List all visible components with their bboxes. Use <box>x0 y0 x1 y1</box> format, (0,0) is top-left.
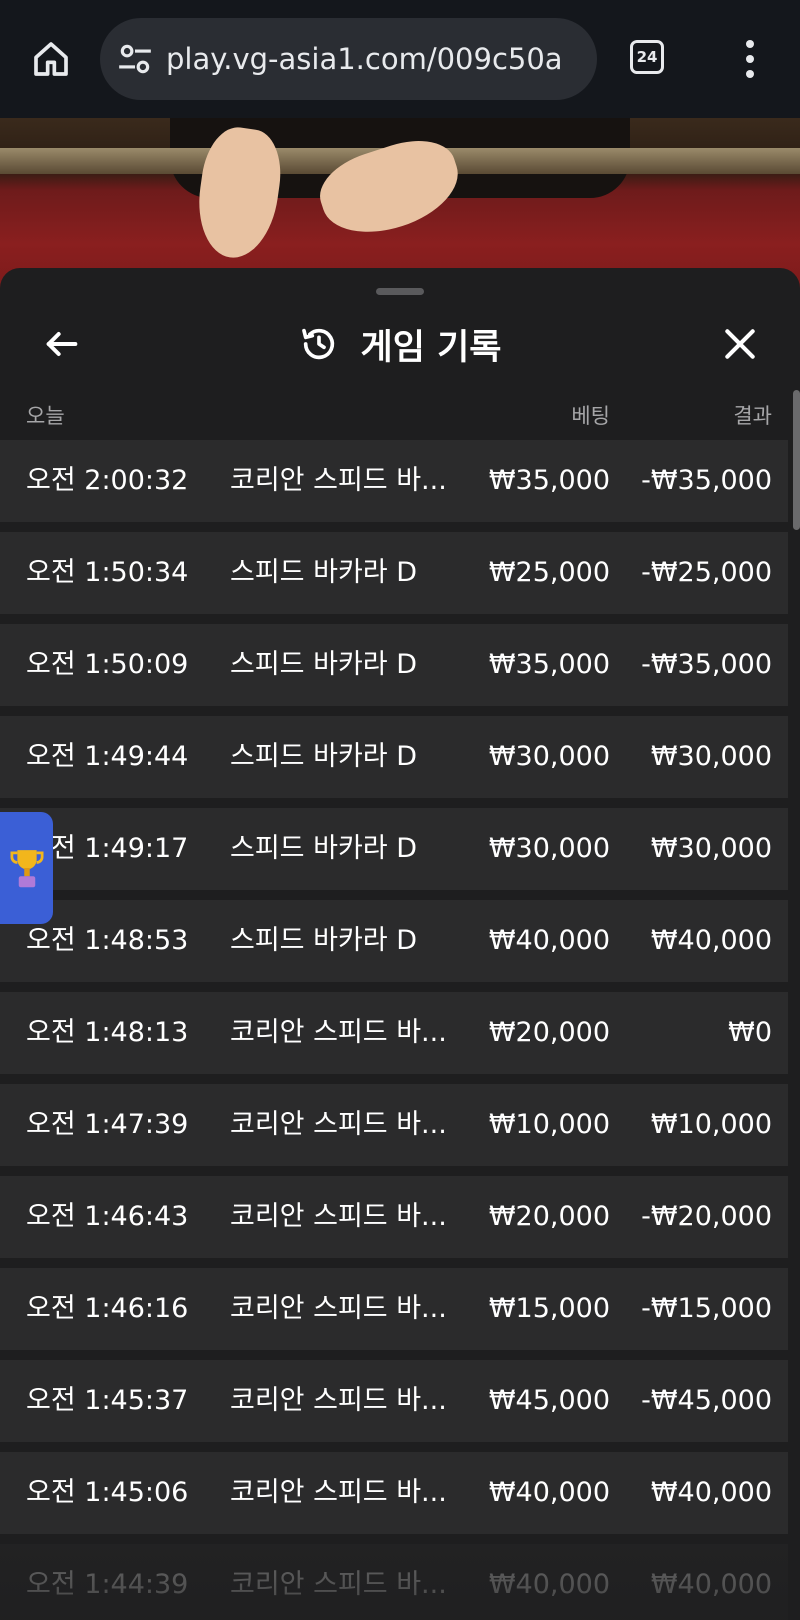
close-button[interactable] <box>712 316 768 372</box>
browser-toolbar: play.vg-asia1.com/009c50a 24 <box>0 0 800 118</box>
row-result: -₩25,000 <box>641 557 772 588</box>
row-game: 스피드 바카라 D <box>230 925 417 956</box>
table-row[interactable]: 오전 1:49:44 스피드 바카라 D ₩30,000 ₩30,000 <box>0 716 788 798</box>
row-result: -₩35,000 <box>641 465 772 496</box>
row-game: 코리안 스피드 바... <box>230 1017 447 1048</box>
row-bet: ₩35,000 <box>488 465 610 496</box>
close-icon <box>725 329 755 359</box>
table-row[interactable]: 오전 1:44:39 코리안 스피드 바... ₩40,000 ₩40,000 <box>0 1544 788 1620</box>
table-row[interactable]: 오전 1:49:17 스피드 바카라 D ₩30,000 ₩30,000 <box>0 808 788 890</box>
game-history-sheet: 게임 기록 오늘 베팅 결과 오전 2:00:32 코리안 스피드 바... ₩… <box>0 268 800 1620</box>
address-bar[interactable]: play.vg-asia1.com/009c50a <box>100 18 597 100</box>
row-game: 코리안 스피드 바... <box>230 1385 447 1416</box>
table-row[interactable]: 오전 1:50:34 스피드 바카라 D ₩25,000 -₩25,000 <box>0 532 788 614</box>
row-bet: ₩40,000 <box>488 1569 610 1600</box>
row-game: 코리안 스피드 바... <box>230 1109 447 1140</box>
page-title: 게임 기록 <box>360 327 502 368</box>
row-bet: ₩40,000 <box>488 925 610 956</box>
column-header-today: 오늘 <box>26 404 65 428</box>
table-row[interactable]: 오전 1:50:09 스피드 바카라 D ₩35,000 -₩35,000 <box>0 624 788 706</box>
row-game: 코리안 스피드 바... <box>230 1293 447 1324</box>
home-icon <box>34 42 68 76</box>
row-time: 오전 1:48:13 <box>26 1017 189 1048</box>
tune-icon[interactable] <box>116 40 154 78</box>
sheet-drag-handle[interactable] <box>376 288 424 295</box>
table-row[interactable]: 오전 1:48:53 스피드 바카라 D ₩40,000 ₩40,000 <box>0 900 788 982</box>
row-bet: ₩25,000 <box>488 557 610 588</box>
sheet-header: 게임 기록 <box>0 316 800 372</box>
row-result: ₩40,000 <box>650 1569 772 1600</box>
row-result: -₩45,000 <box>641 1385 772 1416</box>
row-game: 코리안 스피드 바... <box>230 465 447 496</box>
row-result: ₩30,000 <box>650 741 772 772</box>
row-game: 코리안 스피드 바... <box>230 1569 447 1600</box>
row-time: 오전 1:45:06 <box>26 1477 189 1508</box>
row-game: 스피드 바카라 D <box>230 649 417 680</box>
row-result: -₩15,000 <box>641 1293 772 1324</box>
row-bet: ₩20,000 <box>488 1201 610 1232</box>
row-game: 코리안 스피드 바... <box>230 1201 447 1232</box>
column-header-bet: 베팅 <box>571 404 610 428</box>
row-time: 오전 1:46:43 <box>26 1201 189 1232</box>
row-game: 스피드 바카라 D <box>230 557 417 588</box>
row-result: ₩40,000 <box>650 1477 772 1508</box>
table-row[interactable]: 오전 1:47:39 코리안 스피드 바... ₩10,000 ₩10,000 <box>0 1084 788 1166</box>
table-row[interactable]: 오전 2:00:32 코리안 스피드 바... ₩35,000 -₩35,000 <box>0 440 788 522</box>
row-game: 스피드 바카라 D <box>230 741 417 772</box>
tab-switcher-button[interactable]: 24 <box>630 40 664 74</box>
tab-count: 24 <box>636 48 658 66</box>
row-bet: ₩20,000 <box>488 1017 610 1048</box>
table-row[interactable]: 오전 1:48:13 코리안 스피드 바... ₩20,000 ₩0 <box>0 992 788 1074</box>
row-bet: ₩40,000 <box>488 1477 610 1508</box>
row-result: -₩20,000 <box>641 1201 772 1232</box>
row-result: ₩10,000 <box>650 1109 772 1140</box>
table-row[interactable]: 오전 1:45:06 코리안 스피드 바... ₩40,000 ₩40,000 <box>0 1452 788 1534</box>
row-result: ₩0 <box>728 1017 772 1048</box>
row-bet: ₩35,000 <box>488 649 610 680</box>
url-text[interactable]: play.vg-asia1.com/009c50a <box>166 18 586 100</box>
column-header-result: 결과 <box>733 404 772 428</box>
table-row[interactable]: 오전 1:45:37 코리안 스피드 바... ₩45,000 -₩45,000 <box>0 1360 788 1442</box>
history-list: 오전 2:00:32 코리안 스피드 바... ₩35,000 -₩35,000… <box>0 440 800 1620</box>
row-result: ₩30,000 <box>650 833 772 864</box>
row-game: 스피드 바카라 D <box>230 833 417 864</box>
row-game: 코리안 스피드 바... <box>230 1477 447 1508</box>
table-row[interactable]: 오전 1:46:43 코리안 스피드 바... ₩20,000 -₩20,000 <box>0 1176 788 1258</box>
row-bet: ₩10,000 <box>488 1109 610 1140</box>
row-time: 오전 1:46:16 <box>26 1293 189 1324</box>
row-time: 오전 1:50:34 <box>26 557 189 588</box>
arrow-left-icon <box>46 332 78 356</box>
column-headers: 오늘 베팅 결과 <box>0 392 800 432</box>
row-result: -₩35,000 <box>641 649 772 680</box>
home-button[interactable] <box>22 30 80 88</box>
row-time: 오전 1:47:39 <box>26 1109 189 1140</box>
row-time: 오전 1:44:39 <box>26 1569 189 1600</box>
row-bet: ₩15,000 <box>488 1293 610 1324</box>
row-bet: ₩45,000 <box>488 1385 610 1416</box>
row-time: 오전 1:45:37 <box>26 1385 189 1416</box>
leaderboard-tab[interactable] <box>0 812 53 924</box>
row-result: ₩40,000 <box>650 925 772 956</box>
row-bet: ₩30,000 <box>488 741 610 772</box>
table-row[interactable]: 오전 1:46:16 코리안 스피드 바... ₩15,000 -₩15,000 <box>0 1268 788 1350</box>
trophy-icon <box>10 850 43 888</box>
row-time: 오전 2:00:32 <box>26 465 189 496</box>
more-vert-icon[interactable] <box>730 34 770 84</box>
history-icon <box>301 328 334 360</box>
row-bet: ₩30,000 <box>488 833 610 864</box>
back-button[interactable] <box>34 316 90 372</box>
row-time: 오전 1:50:09 <box>26 649 189 680</box>
row-time: 오전 1:49:44 <box>26 741 189 772</box>
